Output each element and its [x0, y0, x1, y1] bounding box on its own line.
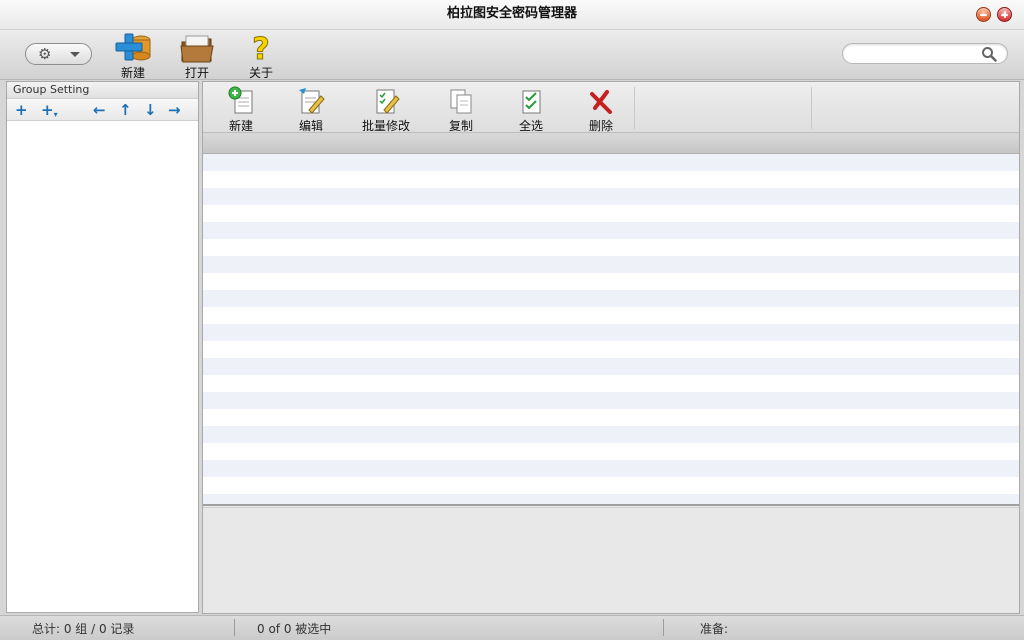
toolbar-divider [811, 87, 812, 129]
new-entry-label: 新建 [228, 119, 253, 133]
open-database-button[interactable]: 打开 [172, 32, 222, 80]
copy-entry-button[interactable]: 复制 [431, 84, 491, 133]
add-group-icon[interactable]: + [15, 101, 28, 119]
status-selection: 0 of 0 被选中 [257, 622, 332, 636]
select-all-button[interactable]: 全选 [501, 84, 561, 133]
settings-dropdown-button[interactable]: ⚙ [25, 43, 92, 65]
group-panel: Group Setting + +▾ ← ↑ ↓ → [6, 81, 199, 613]
arrow-right-icon[interactable]: → [168, 101, 181, 119]
delete-entry-button[interactable]: 删除 [571, 84, 631, 133]
entries-panel: 新建 编辑 批量修改 复制 全选 删除 [202, 81, 1020, 614]
select-all-icon [522, 90, 541, 114]
new-database-icon [115, 33, 151, 61]
new-entry-button[interactable]: 新建 [211, 84, 271, 133]
open-database-label: 打开 [184, 66, 209, 80]
help-question-icon: ? [252, 32, 270, 64]
edit-entry-button[interactable]: 编辑 [281, 84, 341, 133]
copy-icon [450, 89, 472, 114]
status-bar: 总计: 0 组 / 0 记录 0 of 0 被选中 准备: [0, 615, 1024, 640]
batch-edit-button[interactable]: 批量修改 [356, 84, 416, 133]
new-database-label: 新建 [120, 66, 145, 80]
status-divider [234, 619, 235, 636]
chevron-down-icon [70, 52, 80, 57]
delete-entry-label: 删除 [588, 119, 613, 133]
search-icon[interactable] [981, 46, 997, 62]
arrow-up-icon[interactable]: ↑ [119, 101, 132, 119]
about-button[interactable]: ? 关于 [236, 32, 286, 80]
select-all-label: 全选 [518, 119, 543, 133]
status-divider [663, 619, 664, 636]
new-entry-icon [228, 86, 253, 114]
entries-list[interactable] [203, 154, 1019, 506]
status-ready: 准备: [700, 622, 729, 636]
search-input[interactable] [853, 44, 983, 63]
gear-icon: ⚙ [38, 45, 52, 63]
group-tree[interactable] [7, 123, 198, 612]
arrow-down-icon[interactable]: ↓ [144, 101, 157, 119]
svg-text:?: ? [252, 32, 269, 64]
folder-icon [180, 35, 214, 63]
minimize-button[interactable] [976, 7, 991, 22]
title-bar: 柏拉图安全密码管理器 [0, 0, 1024, 30]
entry-toolbar: 新建 编辑 批量修改 复制 全选 删除 [203, 82, 1019, 133]
entries-column-header[interactable] [203, 133, 1019, 154]
add-subgroup-icon[interactable]: +▾ [41, 101, 58, 124]
arrow-left-icon[interactable]: ← [93, 101, 106, 119]
close-button[interactable] [997, 7, 1012, 22]
entry-detail-pane [203, 507, 1019, 613]
group-tools: + +▾ ← ↑ ↓ → [7, 99, 198, 121]
toolbar-divider [634, 87, 635, 129]
window-title: 柏拉图安全密码管理器 [446, 6, 577, 21]
group-panel-header: Group Setting [7, 82, 198, 99]
main-toolbar: ⚙ 新建 打开 ? 关于 [0, 30, 1024, 80]
new-database-button[interactable]: 新建 [108, 32, 158, 80]
search-box[interactable] [842, 43, 1008, 64]
group-panel-title: Group Setting [13, 83, 90, 96]
about-label: 关于 [248, 66, 273, 80]
batch-edit-icon [376, 89, 400, 114]
edit-entry-icon [299, 88, 325, 114]
edit-entry-label: 编辑 [298, 119, 323, 133]
status-totals: 总计: 0 组 / 0 记录 [32, 622, 135, 636]
batch-edit-label: 批量修改 [361, 119, 410, 133]
copy-entry-label: 复制 [448, 119, 473, 133]
delete-x-icon [590, 90, 612, 114]
